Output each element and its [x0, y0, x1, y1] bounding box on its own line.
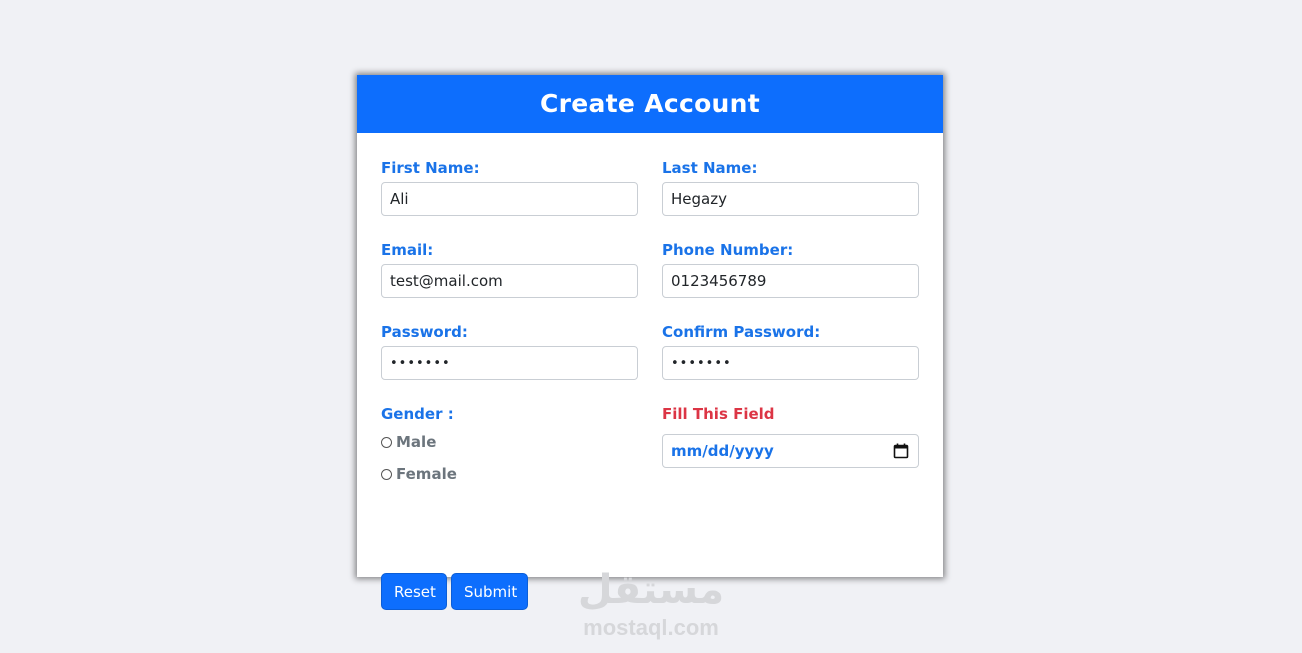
date-error-label: Fill This Field	[662, 405, 775, 423]
phone-label: Phone Number:	[662, 241, 794, 259]
date-placeholder: mm/dd/yyyy	[671, 442, 774, 460]
email-input[interactable]	[381, 264, 638, 298]
confirm-password-field: Confirm Password:	[662, 322, 919, 380]
phone-input[interactable]	[662, 264, 919, 298]
first-name-field: First Name:	[381, 158, 638, 216]
gender-label: Gender :	[381, 405, 454, 423]
last-name-label: Last Name:	[662, 159, 758, 177]
date-field: Fill This Field mm/dd/yyyy	[662, 404, 919, 468]
watermark-text: mostaql.com	[583, 615, 719, 640]
phone-field: Phone Number:	[662, 240, 919, 298]
last-name-input[interactable]	[662, 182, 919, 216]
password-field: Password:	[381, 322, 638, 380]
female-radio[interactable]	[381, 468, 392, 480]
confirm-password-input[interactable]	[662, 346, 919, 380]
gender-option-female[interactable]: Female	[381, 464, 638, 484]
gender-option-male[interactable]: Male	[381, 432, 638, 452]
first-name-label: First Name:	[381, 159, 480, 177]
email-label: Email:	[381, 241, 434, 259]
submit-button[interactable]: Submit	[451, 573, 528, 610]
password-input[interactable]	[381, 346, 638, 380]
create-account-card: Create Account First Name: Last Name: Em…	[357, 75, 943, 610]
male-label[interactable]: Male	[396, 433, 436, 451]
last-name-field: Last Name:	[662, 158, 919, 216]
watermark-logo: مستقل	[577, 567, 725, 613]
gender-field: Gender : Male Female	[381, 404, 638, 484]
male-radio[interactable]	[381, 436, 392, 448]
password-label: Password:	[381, 323, 468, 341]
calendar-icon[interactable]	[892, 442, 910, 460]
reset-button[interactable]: Reset	[381, 573, 447, 610]
date-input[interactable]: mm/dd/yyyy	[662, 434, 919, 468]
female-label[interactable]: Female	[396, 465, 457, 483]
email-field: Email:	[381, 240, 638, 298]
confirm-password-label: Confirm Password:	[662, 323, 821, 341]
first-name-input[interactable]	[381, 182, 638, 216]
form-title: Create Account	[357, 75, 943, 133]
watermark: مستقل mostaql.com	[560, 565, 742, 641]
